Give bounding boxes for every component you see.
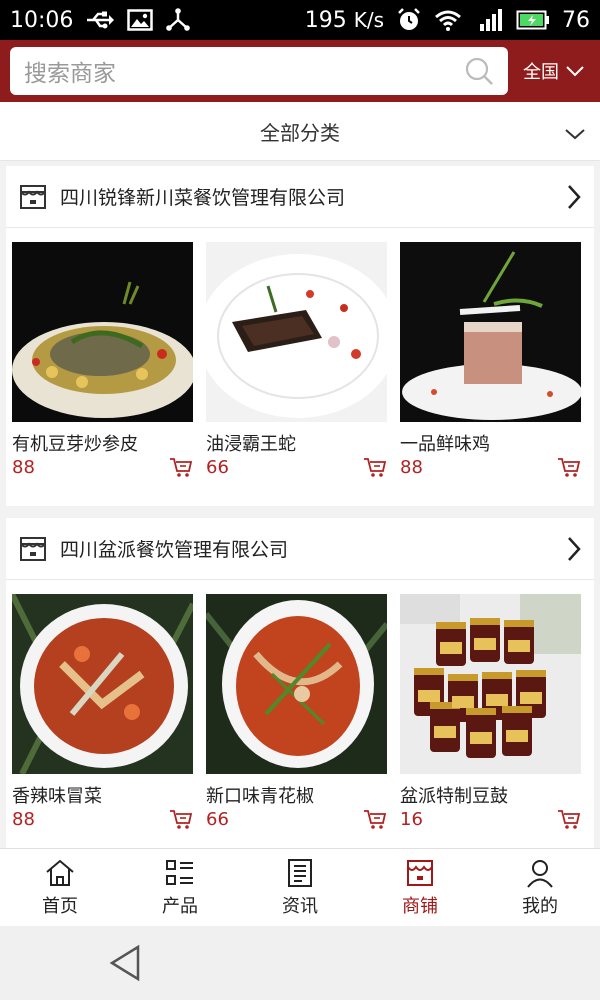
status-bar: 10:06 195 K/s 76 [0,0,600,40]
shop-card: 四川盆派餐饮管理有限公司 香辣味冒菜 88 新口味青花椒 66 盆派特制豆鼓 1… [6,518,594,848]
product-name: 新口味青花椒 [206,786,314,807]
cart-icon[interactable] [169,456,193,478]
battery-icon [516,9,550,31]
search-placeholder: 搜索商家 [24,61,116,87]
nav-profile[interactable]: 我的 [480,849,600,927]
shop-card: 四川锐锋新川菜餐饮管理有限公司 有机豆芽炒参皮 88 油浸霸王蛇 66 一品鲜味… [6,166,594,506]
product-name: 盆派特制豆鼓 [400,786,508,807]
profile-icon [524,858,556,888]
product-name: 香辣味冒菜 [12,786,102,807]
alarm-icon [396,7,422,33]
shop-name: 四川锐锋新川菜餐饮管理有限公司 [60,187,346,209]
cart-icon[interactable] [557,456,581,478]
category-filter[interactable]: 全部分类 [0,102,600,161]
nav-news-label: 资讯 [282,896,318,917]
signal-icon [474,8,504,32]
category-label: 全部分类 [260,120,340,145]
product-image [12,594,193,774]
nav-news[interactable]: 资讯 [240,849,360,927]
product-image [400,242,581,422]
chevron-down-icon [565,64,585,78]
home-icon [44,858,76,888]
nav-store[interactable]: 商铺 [360,849,480,927]
chevron-right-icon[interactable] [566,183,582,215]
product-list: 有机豆芽炒参皮 88 油浸霸王蛇 66 一品鲜味鸡 88 [6,228,594,480]
top-bar: 搜索商家 全国 [0,40,600,102]
store-icon [18,534,48,564]
chevron-down-icon [564,122,586,146]
net-speed: 195 K/s [304,7,384,33]
product-item[interactable]: 一品鲜味鸡 88 [400,242,581,480]
product-price: 88 [12,808,35,830]
usb-icon [85,10,115,30]
region-label: 全国 [523,62,559,83]
chevron-right-icon[interactable] [566,535,582,567]
news-icon [284,858,316,888]
image-icon [127,9,154,31]
product-name: 一品鲜味鸡 [400,434,490,455]
product-list-icon [164,858,196,888]
back-icon[interactable] [108,944,142,986]
cart-icon[interactable] [169,808,193,830]
product-item[interactable]: 香辣味冒菜 88 [12,594,193,832]
cart-icon[interactable] [557,808,581,830]
nav-store-label: 商铺 [402,896,438,917]
product-name: 有机豆芽炒参皮 [12,434,138,455]
product-item[interactable]: 油浸霸王蛇 66 [206,242,387,480]
product-price: 16 [400,808,423,830]
product-image [12,242,193,422]
cart-icon[interactable] [363,808,387,830]
nav-home-label: 首页 [42,896,78,917]
shop-header[interactable]: 四川锐锋新川菜餐饮管理有限公司 [6,166,594,228]
product-image [206,594,387,774]
bottom-nav: 首页 产品 资讯 商铺 我的 [0,848,600,927]
product-item[interactable]: 新口味青花椒 66 [206,594,387,832]
wifi-icon [434,9,462,31]
store-icon [18,182,48,212]
nav-home[interactable]: 首页 [0,849,120,927]
search-icon[interactable] [464,56,494,86]
search-input[interactable]: 搜索商家 [10,47,508,95]
product-price: 66 [206,456,229,478]
product-item[interactable]: 有机豆芽炒参皮 88 [12,242,193,480]
nav-products-label: 产品 [162,896,198,917]
nav-profile-label: 我的 [522,896,558,917]
product-name: 油浸霸王蛇 [206,434,296,455]
product-list: 香辣味冒菜 88 新口味青花椒 66 盆派特制豆鼓 16 [6,580,594,832]
product-price: 66 [206,808,229,830]
store-icon [404,858,436,888]
nav-products[interactable]: 产品 [120,849,240,927]
product-price: 88 [12,456,35,478]
share-icon [165,8,191,32]
region-selector[interactable]: 全国 [508,58,600,84]
product-price: 88 [400,456,423,478]
shop-name: 四川盆派餐饮管理有限公司 [60,539,289,561]
shop-header[interactable]: 四川盆派餐饮管理有限公司 [6,518,594,580]
status-time: 10:06 [10,7,74,33]
product-image [400,594,581,774]
cart-icon[interactable] [363,456,387,478]
battery-level: 76 [562,7,590,33]
product-image [206,242,387,422]
system-nav-bar [0,926,600,1000]
product-item[interactable]: 盆派特制豆鼓 16 [400,594,581,832]
